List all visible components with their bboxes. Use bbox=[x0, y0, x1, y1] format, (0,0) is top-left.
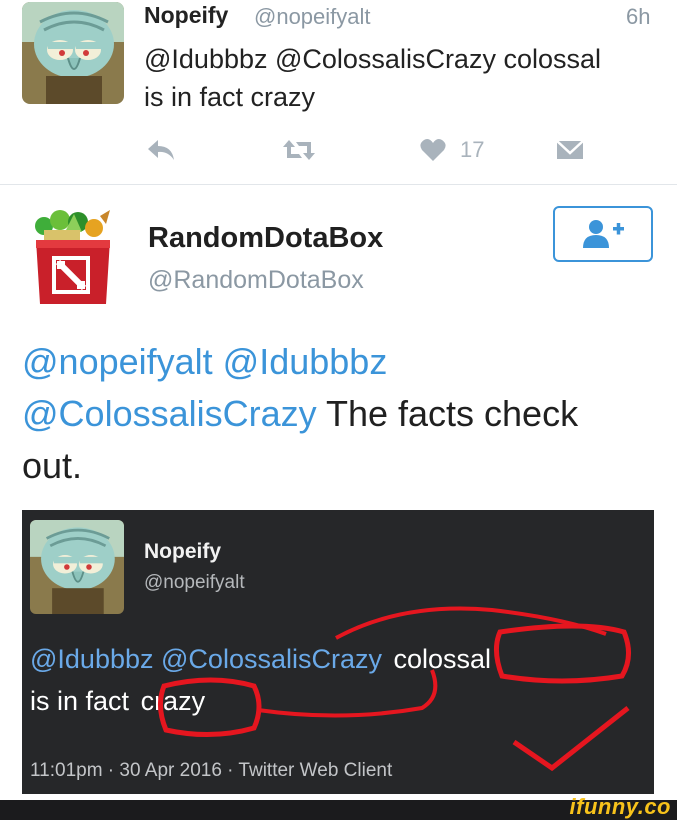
mention-link[interactable]: @Idubbbz bbox=[223, 341, 388, 382]
tweet-text: @Idubbbz @ColossalisCrazy colossal is in… bbox=[144, 40, 654, 116]
embedded-mention: @Idubbbz bbox=[30, 644, 154, 674]
embedded-author-name: Nopeify bbox=[144, 540, 222, 563]
tweet-text: @nopeifyalt @Idubbbz @ColossalisCrazy Th… bbox=[22, 336, 662, 492]
embedded-author-handle: @nopeifyalt bbox=[144, 572, 245, 593]
embedded-text: is in fact bbox=[30, 686, 130, 716]
watermark-logo: ifunny.co bbox=[569, 794, 671, 819]
checkmark bbox=[512, 706, 630, 772]
embedded-tweet-meta: 11:01pm · 30 Apr 2016 · Twitter Web Clie… bbox=[30, 760, 393, 781]
embedded-tweet-text: is in fact crazy bbox=[30, 686, 205, 717]
tweet-text-body: The facts check bbox=[316, 393, 579, 434]
circled-word-crazy: crazy bbox=[140, 686, 206, 716]
avatar[interactable] bbox=[22, 2, 124, 104]
author-name[interactable]: Nopeify bbox=[144, 2, 228, 29]
avatar[interactable] bbox=[30, 208, 116, 310]
mention-link[interactable]: @ColossalisCrazy bbox=[22, 393, 317, 434]
direct-message-button[interactable] bbox=[556, 136, 584, 164]
author-handle[interactable]: @RandomDotaBox bbox=[148, 266, 364, 295]
author-name[interactable]: RandomDotaBox bbox=[148, 222, 383, 255]
mention-link[interactable]: @nopeifyalt bbox=[22, 341, 213, 382]
author-handle[interactable]: @nopeifyalt bbox=[254, 4, 371, 30]
reply-icon bbox=[148, 140, 174, 160]
like-button[interactable]: 17 bbox=[420, 136, 484, 164]
heart-icon bbox=[420, 139, 446, 161]
embedded-screenshot[interactable]: Nopeify @nopeifyalt @Idubbbz @Colossalis… bbox=[22, 510, 654, 794]
embedded-mention: @ColossalisCrazy bbox=[161, 644, 382, 674]
add-user-icon bbox=[583, 220, 624, 248]
follow-button[interactable] bbox=[553, 206, 653, 262]
retweet-button[interactable] bbox=[282, 136, 316, 164]
tweet-text-line: is in fact crazy bbox=[144, 82, 316, 112]
reply-button[interactable] bbox=[146, 136, 176, 164]
tweet-text-body: out. bbox=[22, 445, 83, 486]
dm-icon bbox=[556, 140, 584, 159]
circled-word-colossal: colossal bbox=[393, 644, 492, 674]
connector-line-bottom bbox=[257, 669, 438, 718]
like-count: 17 bbox=[460, 137, 485, 162]
embedded-tweet-text: @Idubbbz @ColossalisCrazy colossal bbox=[30, 644, 491, 675]
retweet-icon bbox=[283, 140, 315, 160]
connector-line-top bbox=[335, 606, 607, 640]
tweet-timestamp[interactable]: 6h bbox=[626, 4, 650, 30]
avatar bbox=[30, 520, 124, 614]
circle-around-colossal bbox=[494, 623, 631, 684]
tweet-divider bbox=[0, 184, 677, 185]
tweet-text-line: @Idubbbz @ColossalisCrazy colossal bbox=[144, 44, 601, 74]
